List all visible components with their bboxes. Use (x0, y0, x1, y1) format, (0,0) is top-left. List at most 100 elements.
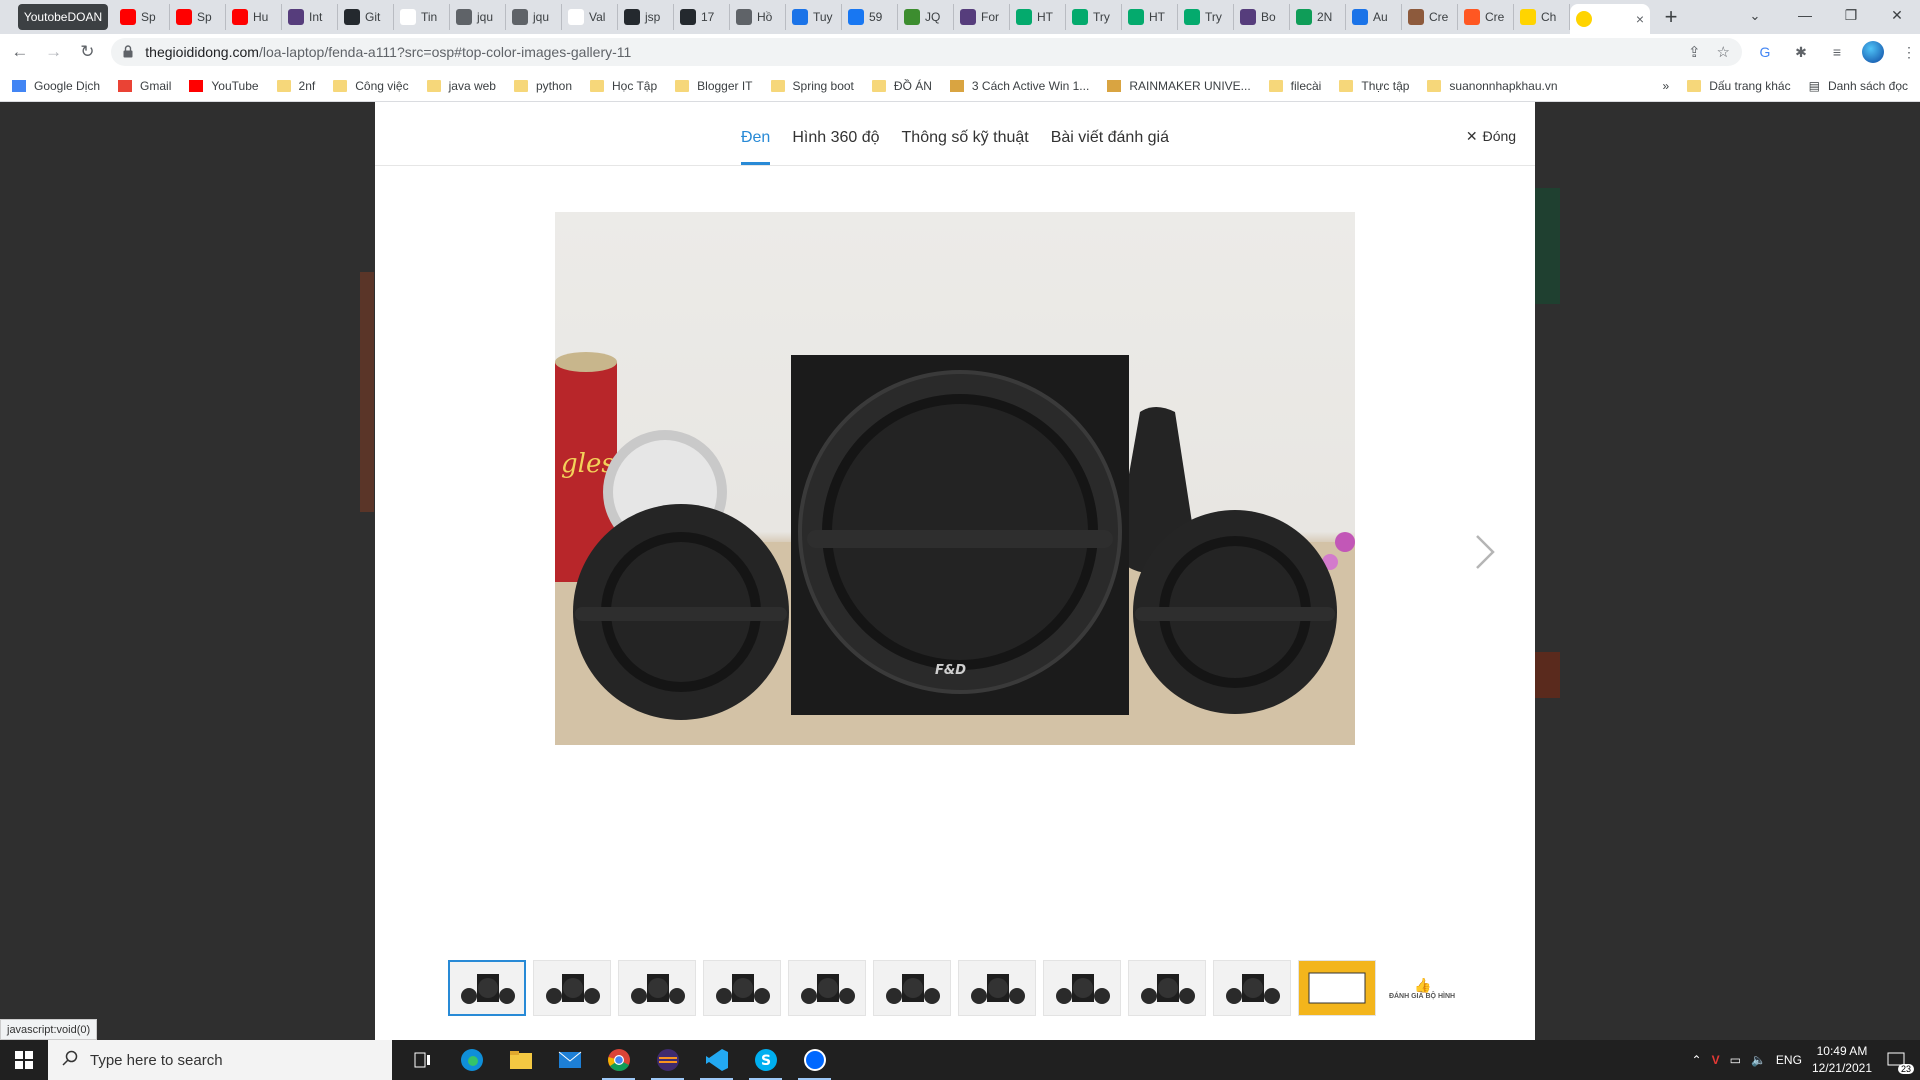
review-thumbnail[interactable]: 👍 ĐÁNH GIÁ BỘ HÌNH (1383, 960, 1461, 1016)
bookmark-item[interactable]: ĐỒ ÁN (871, 79, 932, 93)
bookmark-star-icon[interactable]: ☆ (1717, 43, 1730, 61)
bookmark-item[interactable]: YouTube (189, 79, 259, 93)
eclipse-icon[interactable] (643, 1040, 692, 1080)
clock[interactable]: 10:49 AM 12/21/2021 (1812, 1043, 1872, 1077)
gallery-thumbnail[interactable] (1128, 960, 1206, 1016)
browser-tab[interactable]: Val (562, 4, 618, 30)
bookmark-item[interactable]: RAINMAKER UNIVE... (1107, 79, 1251, 93)
language-indicator[interactable]: ENG (1776, 1053, 1802, 1067)
gallery-tab[interactable]: Bài viết đánh giá (1051, 129, 1169, 165)
tab-search-icon[interactable]: ⌄ (1740, 4, 1770, 28)
bookmark-item[interactable]: Spring boot (770, 79, 854, 93)
gallery-thumbnail[interactable] (703, 960, 781, 1016)
mail-icon[interactable] (545, 1040, 594, 1080)
volume-icon[interactable]: 🔈 (1751, 1053, 1766, 1067)
back-icon[interactable]: ← (6, 37, 34, 67)
close-window-icon[interactable]: ✕ (1874, 0, 1920, 30)
other-bookmarks[interactable]: Dấu trang khác (1687, 79, 1791, 93)
zalo-icon[interactable] (790, 1040, 839, 1080)
file-explorer-icon[interactable] (496, 1040, 545, 1080)
browser-tab[interactable]: For (954, 4, 1010, 30)
browser-tab[interactable]: jqu (506, 4, 562, 30)
browser-tab[interactable]: Cre (1458, 4, 1514, 30)
bookmark-item[interactable]: 2nf (276, 79, 315, 93)
browser-tab[interactable]: Au (1346, 4, 1402, 30)
active-browser-tab[interactable]: × (1570, 4, 1650, 34)
browser-tab[interactable]: YoutobeDOAN (18, 4, 108, 30)
show-hidden-icons-icon[interactable]: ⌃ (1692, 1053, 1702, 1067)
browser-tab[interactable]: Try (1178, 4, 1234, 30)
browser-tab[interactable]: Int (282, 4, 338, 30)
gallery-tab[interactable]: Đen (740, 129, 771, 165)
share-icon[interactable]: ⇪ (1688, 43, 1701, 61)
gallery-thumbnail[interactable] (448, 960, 526, 1016)
bookmark-item[interactable]: Google Dịch (12, 79, 100, 93)
browser-tab[interactable]: Git (338, 4, 394, 30)
gallery-tab[interactable]: Hình 360 độ (792, 129, 879, 165)
translate-extension-icon[interactable]: G (1754, 41, 1776, 63)
bookmark-item[interactable]: Gmail (118, 79, 171, 93)
address-bar[interactable]: thegioididong.com/loa-laptop/fenda-a111?… (111, 38, 1742, 66)
restore-icon[interactable]: ❐ (1828, 0, 1874, 30)
gallery-thumbnail[interactable] (1043, 960, 1121, 1016)
profile-avatar[interactable] (1862, 41, 1884, 63)
gallery-thumbnail[interactable] (788, 960, 866, 1016)
browser-tab[interactable]: Cre (1402, 4, 1458, 30)
bookmark-item[interactable]: filecài (1268, 79, 1321, 93)
browser-tab[interactable]: Hồ (730, 4, 786, 30)
notification-center-icon[interactable]: 23 (1882, 1048, 1914, 1074)
close-tab-icon[interactable]: × (1636, 11, 1644, 27)
gallery-thumbnail[interactable] (1213, 960, 1291, 1016)
bookmark-item[interactable]: java web (426, 79, 496, 93)
minimize-icon[interactable]: — (1782, 0, 1828, 30)
task-view-icon[interactable] (398, 1040, 447, 1080)
browser-tab[interactable]: Tin (394, 4, 450, 30)
antivirus-icon[interactable]: V (1712, 1053, 1720, 1067)
taskbar-search-box[interactable]: Type here to search (48, 1040, 392, 1080)
browser-tab[interactable]: 2N (1290, 4, 1346, 30)
browser-tab[interactable]: Try (1066, 4, 1122, 30)
bookmark-item[interactable]: Blogger IT (675, 79, 753, 93)
browser-tab[interactable]: 17 (674, 4, 730, 30)
bookmark-item[interactable]: Học Tập (590, 79, 657, 93)
chrome-icon[interactable] (594, 1040, 643, 1080)
browser-tab[interactable]: Sp (170, 4, 226, 30)
gallery-thumbnail[interactable] (618, 960, 696, 1016)
extensions-icon[interactable]: ✱ (1790, 41, 1812, 63)
gallery-thumbnail[interactable] (958, 960, 1036, 1016)
browser-tab[interactable]: Hu (226, 4, 282, 30)
browser-tab[interactable]: HT (1010, 4, 1066, 30)
browser-tab[interactable]: JQ (898, 4, 954, 30)
skype-icon[interactable]: S (741, 1040, 790, 1080)
bookmark-item[interactable]: suanonnhapkhau.vn (1427, 79, 1558, 93)
browser-tab[interactable]: Ch (1514, 4, 1570, 30)
bookmark-item[interactable]: 3 Cách Active Win 1... (949, 79, 1089, 93)
menu-icon[interactable]: ⋮ (1898, 41, 1920, 63)
bookmark-item[interactable]: python (513, 79, 572, 93)
browser-tab[interactable]: Sp (114, 4, 170, 30)
new-tab-button[interactable]: + (1656, 2, 1686, 32)
browser-tab[interactable]: jsp (618, 4, 674, 30)
vscode-icon[interactable] (692, 1040, 741, 1080)
browser-tab[interactable]: 59 (842, 4, 898, 30)
media-control-icon[interactable]: ≡ (1826, 41, 1848, 63)
edge-browser-icon[interactable] (447, 1040, 496, 1080)
bookmark-item[interactable]: Thực tập (1339, 79, 1409, 93)
gallery-thumbnail[interactable] (1298, 960, 1376, 1016)
reload-icon[interactable]: ↻ (74, 37, 102, 67)
gallery-tab[interactable]: Thông số kỹ thuật (902, 129, 1029, 165)
forward-icon[interactable]: → (40, 37, 68, 67)
close-gallery-button[interactable]: ✕ Đóng (1458, 118, 1524, 154)
bookmark-item[interactable]: Công việc (333, 79, 409, 93)
reading-list[interactable]: ▤ Danh sách đọc (1809, 79, 1908, 93)
next-image-chevron-icon[interactable] (1465, 522, 1505, 582)
browser-tab[interactable]: Tuy (786, 4, 842, 30)
gallery-thumbnail[interactable] (533, 960, 611, 1016)
browser-tab[interactable]: HT (1122, 4, 1178, 30)
network-icon[interactable]: ▭ (1730, 1053, 1741, 1067)
gallery-thumbnail[interactable] (873, 960, 951, 1016)
bookmarks-more-icon[interactable]: » (1663, 79, 1670, 93)
browser-tab[interactable]: jqu (450, 4, 506, 30)
browser-tab[interactable]: Bo (1234, 4, 1290, 30)
windows-start-icon[interactable] (0, 1040, 48, 1080)
